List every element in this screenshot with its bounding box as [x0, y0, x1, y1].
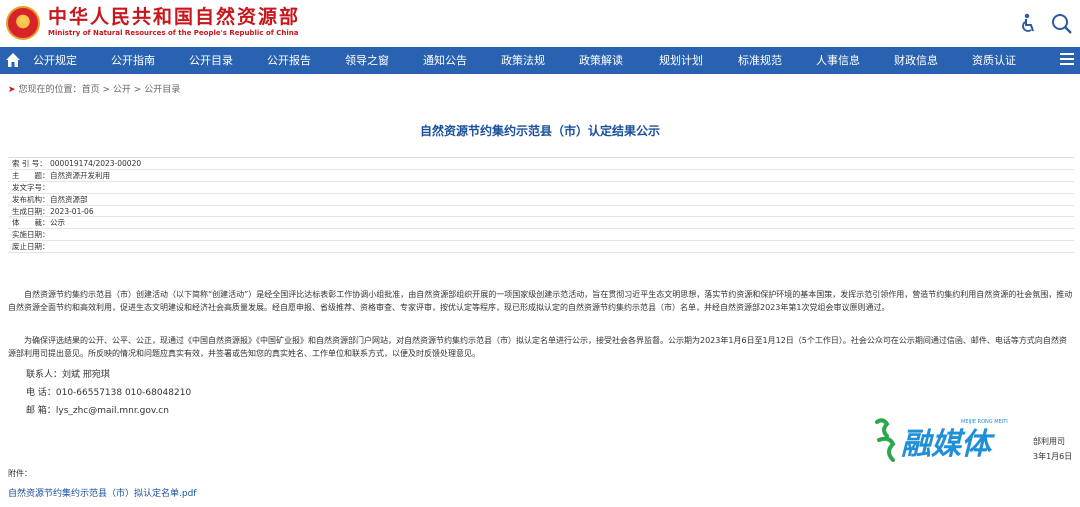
meta-label: 发布机构： — [12, 194, 50, 204]
media-logo-text: 融媒体 — [901, 427, 996, 462]
page-title: 自然资源节约集约示范县（市）认定结果公示 — [419, 124, 660, 138]
meta-row-issuer: 发布机构： 自然资源部 — [8, 194, 1074, 206]
breadcrumb-separator: > — [133, 85, 142, 95]
nav-item-standards[interactable]: 标准规范 — [729, 47, 791, 74]
breadcrumb: ➤ 您现在的位置：首页 > 公开 > 公开目录 — [8, 82, 180, 95]
document-meta-table: 索 引 号： 000019174/2023-00020 主 题： 自然资源开发利用 … — [8, 157, 1074, 254]
nav-item-disclosure-catalog[interactable]: 公开目录 — [180, 47, 242, 74]
home-icon[interactable] — [4, 51, 22, 69]
location-pin-icon: ➤ — [8, 85, 16, 95]
nav-item-finance[interactable]: 财政信息 — [885, 47, 947, 74]
meta-label: 实施日期： — [12, 230, 50, 240]
meta-label: 发文字号： — [12, 182, 50, 192]
nav-item-policy-interpretation[interactable]: 政策解读 — [570, 47, 632, 74]
meta-row-index: 索 引 号： 000019174/2023-00020 — [8, 158, 1074, 170]
meta-value: 000019174/2023-00020 — [50, 159, 142, 168]
breadcrumb-home[interactable]: 首页 — [82, 85, 100, 95]
search-icon[interactable] — [1050, 12, 1074, 36]
contact-email: 邮 箱：lys_zhc@mail.mnr.gov.cn — [26, 406, 169, 416]
nav-item-leadership[interactable]: 领导之窗 — [336, 47, 398, 74]
nav-item-personnel[interactable]: 人事信息 — [807, 47, 869, 74]
meta-row-genre: 体 裁： 公示 — [8, 217, 1074, 230]
meta-label: 体 裁： — [12, 218, 50, 228]
breadcrumb-prefix: 您现在的位置： — [18, 85, 82, 95]
nav-item-disclosure-guide[interactable]: 公开指南 — [102, 47, 164, 74]
nav-item-disclosure-report[interactable]: 公开报告 — [258, 47, 320, 74]
body-paragraph: 自然资源节约集约示范县（市）创建活动（以下简称“创建活动”）是经全国评比达标表彰… — [8, 290, 1073, 312]
media-logo-icon: 融媒体 MEIJIE RONG MEITI — [875, 418, 1008, 462]
nav-item-policies[interactable]: 政策法规 — [492, 47, 554, 74]
meta-row-generated-date: 生成日期： 2023-01-06 — [8, 206, 1074, 218]
accessibility-icon[interactable] — [1016, 12, 1040, 36]
nav-item-disclosure-rules[interactable]: 公开规定 — [24, 47, 86, 74]
contact-phone: 电 话：010-66557138 010-68048210 — [26, 388, 192, 398]
breadcrumb-separator: > — [102, 85, 110, 95]
breadcrumb-catalog[interactable]: 公开目录 — [144, 85, 180, 95]
meta-label: 生成日期： — [12, 206, 50, 216]
meta-value: 自然资源开发利用 — [50, 170, 110, 180]
nav-item-qualification[interactable]: 资质认证 — [963, 47, 1025, 74]
site-header: 中华人民共和国自然资源部 Ministry of Natural Resourc… — [0, 0, 1080, 47]
national-emblem-icon[interactable] — [6, 6, 40, 40]
nav-item-notices[interactable]: 通知公告 — [414, 47, 476, 74]
site-title[interactable]: 中华人民共和国自然资源部 — [48, 6, 300, 28]
attachment-label: 附件： — [8, 469, 32, 478]
meta-row-expiry-date: 废止日期： — [8, 241, 1074, 254]
meta-value: 2023-01-06 — [50, 206, 94, 216]
meta-row-effective-date: 实施日期： — [8, 229, 1074, 242]
contact-person: 联系人：刘斌 邢宛琪 — [26, 370, 110, 380]
body-paragraph: 为确保评选结果的公开、公平、公正，现通过《中国自然资源报》《中国矿业报》和自然资… — [8, 336, 1067, 358]
meta-value: 自然资源部 — [50, 194, 88, 204]
breadcrumb-public[interactable]: 公开 — [113, 85, 131, 95]
watermark-note-date: 3年1月6日 — [1033, 452, 1073, 461]
meta-label: 索 引 号： — [12, 159, 47, 168]
meta-value: 公示 — [50, 218, 65, 228]
menu-icon[interactable] — [1060, 53, 1074, 67]
site-subtitle: Ministry of Natural Resources of the Peo… — [48, 29, 299, 37]
watermark-note-dept: 部利用司 — [1033, 437, 1065, 446]
meta-row-doc-number: 发文字号： — [8, 182, 1074, 194]
main-nav: 公开规定 公开指南 公开目录 公开报告 领导之窗 通知公告 政策法规 政策解读 … — [0, 47, 1080, 74]
attachment-link[interactable]: 自然资源节约集约示范县（市）拟认定名单.pdf — [8, 486, 196, 499]
meta-row-topic: 主 题： 自然资源开发利用 — [8, 170, 1074, 182]
meta-label: 主 题： — [12, 170, 50, 180]
media-logo-small-text: MEIJIE RONG MEITI — [961, 419, 1008, 425]
meta-label: 废止日期： — [12, 242, 50, 252]
nav-item-plans[interactable]: 规划计划 — [650, 47, 712, 74]
media-watermark: 融媒体 MEIJIE RONG MEITI 部利用司 3年1月6日 — [873, 414, 1073, 466]
